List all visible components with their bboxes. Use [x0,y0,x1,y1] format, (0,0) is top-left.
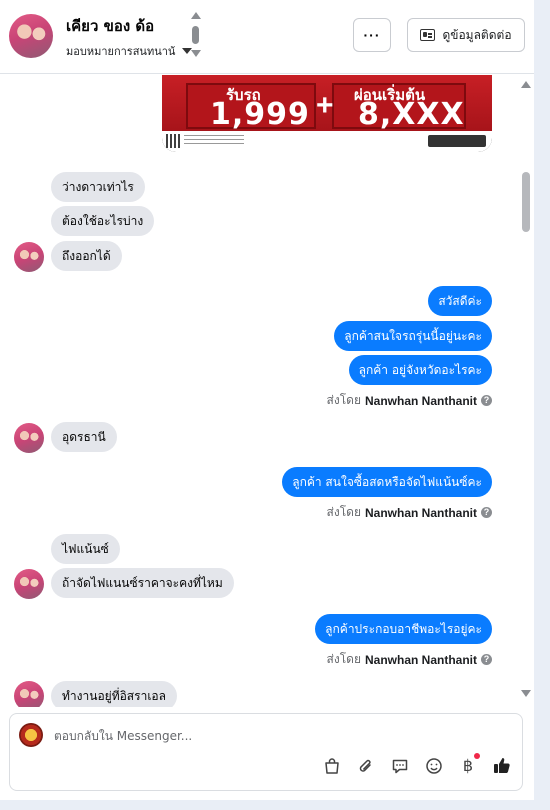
incoming-message[interactable]: ทำงานอยู่ที่อิสราเอล [51,681,177,707]
saved-reply-icon[interactable] [390,756,410,776]
assign-label: มอบหมายการสนทนาน้ [66,45,176,58]
sender-avatar[interactable] [14,569,44,599]
more-options-button[interactable]: ··· [353,18,391,52]
promo-contact-lines [184,135,244,147]
dealer-logo-icon [428,135,486,147]
qr-code-icon [166,134,180,148]
sent-by-name[interactable]: Nanwhan Nanthanit [365,653,477,667]
paperclip-icon[interactable] [356,756,376,776]
reply-input[interactable] [54,726,494,746]
assign-conversation-dropdown[interactable]: มอบหมายการสนทนาน้ [66,42,193,60]
incoming-message[interactable]: ว่างดาวเท่าไร [51,172,145,202]
incoming-message[interactable]: อุดรธานี [51,422,117,452]
sent-by-name[interactable]: Nanwhan Nanthanit [365,394,477,408]
view-contact-info-button[interactable]: ดูข้อมูลติดต่อ [407,18,525,52]
scroll-down-icon[interactable] [191,50,201,57]
header-scroll-control[interactable] [190,12,202,60]
incoming-message[interactable]: ต้องใช้อะไรบ่าง [51,206,155,236]
more-icon: ··· [363,27,381,43]
conversation-header: เคียว ของ ด้อ มอบหมายการสนทนาน้ ··· ดูข้… [0,0,534,74]
sent-by-prefix: ส่งโดย [326,505,361,519]
reply-composer: ฿ [9,713,523,791]
incoming-message[interactable]: ถ้าจัดไฟแนนซ์ราคาจะคงที่ไหม [51,568,234,598]
contact-name[interactable]: เคียว ของ ด้อ [66,14,154,38]
scroll-up-icon[interactable] [191,12,201,19]
baht-glyph: ฿ [462,758,474,775]
outgoing-message[interactable]: ลูกค้าประกอบอาชีพอะไรอยู่คะ [315,614,492,644]
sent-by-line: ส่งโดย Nanwhan Nanthanit ? [327,503,492,522]
baht-icon[interactable]: ฿ [458,753,480,776]
info-icon[interactable]: ? [481,395,492,406]
page-avatar [19,723,43,747]
sent-by-line: ส่งโดย Nanwhan Nanthanit ? [327,391,492,410]
scroll-thumb[interactable] [192,26,199,44]
outgoing-message[interactable]: ลูกค้า สนใจซื้อสดหรือจัดไฟแน้นซ์คะ [282,467,492,497]
sender-avatar[interactable] [14,423,44,453]
incoming-message[interactable]: ไฟแน้นซ์ [51,534,120,564]
promo-image-footer [162,131,492,152]
conversation-panel: เคียว ของ ด้อ มอบหมายการสนทนาน้ ··· ดูข้… [0,0,534,800]
info-icon[interactable]: ? [481,507,492,518]
sender-avatar[interactable] [14,681,44,707]
promo-value-left: 1,999 [210,97,310,132]
sent-by-name[interactable]: Nanwhan Nanthanit [365,506,477,520]
promo-value-right: 8,XXX [358,97,465,132]
promo-plus: + [316,89,334,122]
shopping-bag-icon[interactable] [322,756,342,776]
sent-by-prefix: ส่งโดย [326,652,361,666]
view-contact-info-label: ดูข้อมูลติดต่อ [442,27,512,42]
promo-image-body: รับรถ 1,999 + ผ่อนเริ่มต้น 8,XXX [162,75,492,132]
incoming-message[interactable]: ถึงออกได้ [51,241,122,271]
contact-avatar[interactable] [9,14,53,58]
message-list[interactable]: รับรถ 1,999 + ผ่อนเริ่มต้น 8,XXX ว่างดาว… [0,75,534,707]
scroll-thumb[interactable] [522,172,530,232]
sender-avatar[interactable] [14,242,44,272]
thumbs-up-icon[interactable] [492,756,512,776]
notification-dot [474,753,480,759]
scroll-up-icon[interactable] [521,81,531,88]
message-list-scrollbar[interactable] [520,78,532,702]
scroll-down-icon[interactable] [521,690,531,697]
info-icon[interactable]: ? [481,654,492,665]
sent-by-prefix: ส่งโดย [326,393,361,407]
sent-by-line: ส่งโดย Nanwhan Nanthanit ? [327,650,492,669]
outgoing-message[interactable]: ลูกค้าสนใจรถรุ่นนี้อยู่นะคะ [334,321,492,351]
outgoing-message[interactable]: ลูกค้า อยู่จังหวัดอะไรคะ [348,355,492,385]
outgoing-message[interactable]: สวัสดีค่ะ [428,286,492,316]
promo-image-message[interactable]: รับรถ 1,999 + ผ่อนเริ่มต้น 8,XXX [162,75,492,152]
emoji-icon[interactable] [424,756,444,776]
contact-card-icon [420,29,436,41]
composer-toolbar: ฿ [322,753,512,776]
